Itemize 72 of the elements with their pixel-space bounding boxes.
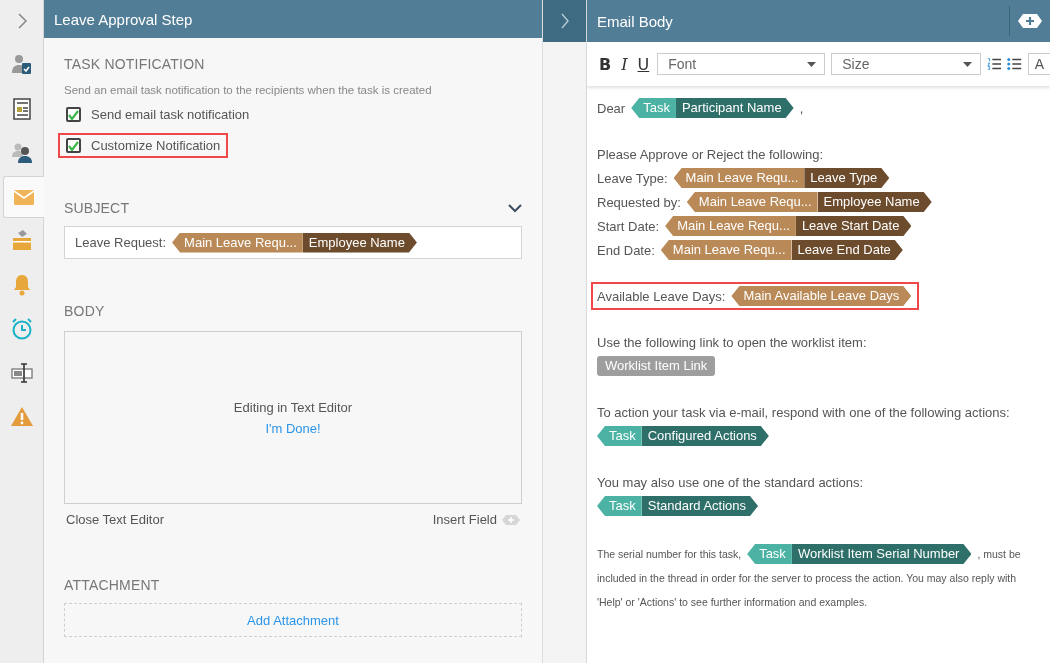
body-text: Use the following link to open the worklist item: xyxy=(597,334,867,350)
body-text: , xyxy=(799,100,804,116)
field-name-tag: Standard Actions xyxy=(641,496,759,516)
check-icon xyxy=(68,140,79,151)
caret-icon xyxy=(807,61,817,67)
section-heading: TASK NOTIFICATION xyxy=(64,56,206,72)
field-source-tag: Task xyxy=(747,544,792,564)
size-dropdown[interactable]: Size xyxy=(831,53,982,75)
field-name-tag: Worklist Item Serial Number xyxy=(791,544,972,564)
field-name-tag: Employee Name xyxy=(302,232,417,253)
editor-message: Editing in Text Editor xyxy=(233,399,353,415)
person-clipboard-icon xyxy=(9,53,34,77)
check-icon xyxy=(68,109,79,120)
insert-field-link[interactable]: Insert Field xyxy=(432,512,497,527)
checkbox-label: Customize Notification xyxy=(91,138,221,153)
worklist-link-tag: Worklist Item Link xyxy=(597,356,716,376)
underline-button[interactable]: U xyxy=(635,54,652,74)
panel-title: Leave Approval Step xyxy=(54,10,193,28)
warning-icon xyxy=(9,405,34,429)
expand-chevron-icon[interactable] xyxy=(15,12,28,30)
field-source-tag: Task xyxy=(597,426,642,446)
body-text: 'Help' or 'Actions' to see further information and examples. xyxy=(597,595,868,610)
section-heading: BODY xyxy=(64,303,106,319)
bullet-list-icon[interactable] xyxy=(1007,57,1022,71)
field-name-tag: Leave Type xyxy=(804,168,890,188)
italic-button[interactable]: I xyxy=(619,54,630,74)
checkbox[interactable] xyxy=(66,138,81,153)
field-name-tag: Leave Start Date xyxy=(795,216,912,236)
checkbox[interactable] xyxy=(66,107,81,122)
body-text: Requested by: xyxy=(597,194,681,210)
field-name-tag: Leave End Date xyxy=(791,240,903,260)
subject-field[interactable]: Leave Request: Main Leave Requ... Employee Name xyxy=(64,226,522,259)
field-name-tag: Configured Actions xyxy=(641,426,769,446)
body-text: Start Date: xyxy=(597,218,660,234)
bold-button[interactable]: B xyxy=(597,54,614,74)
field-source-tag: Main Leave Requ... xyxy=(673,168,805,188)
people-icon xyxy=(9,141,34,165)
field-source-tag: Main Leave Requ... xyxy=(660,240,792,260)
tag-plus-icon[interactable] xyxy=(1018,14,1042,28)
field-source-tag: Main Leave Requ... xyxy=(665,216,796,236)
section-description: Send an email task notification to the recipients when the task is created xyxy=(64,84,433,96)
field-name-tag: Employee Name xyxy=(817,192,932,212)
body-editor[interactable]: Editing in Text Editor I'm Done! xyxy=(64,331,522,504)
text-style-button[interactable]: A xyxy=(1027,53,1050,75)
body-text: The serial number for this task, xyxy=(597,547,742,562)
chevron-right-icon[interactable] xyxy=(559,13,570,29)
checkbox-label: Send email task notification xyxy=(91,107,250,122)
chevron-down-icon[interactable] xyxy=(508,203,522,213)
font-dropdown[interactable]: Font xyxy=(657,53,826,75)
body-text: Dear xyxy=(597,100,626,116)
section-heading: SUBJECT xyxy=(64,200,130,216)
field-name-tag: Participant Name xyxy=(675,98,794,118)
field-source-tag: Main Leave Requ... xyxy=(686,192,818,212)
numbered-list-icon[interactable] xyxy=(987,57,1002,71)
caret-icon xyxy=(963,61,973,67)
body-text: Please Approve or Reject the following: xyxy=(597,146,824,162)
body-text: You may also use one of the standard actions: xyxy=(597,474,864,490)
body-text: Available Leave Days: xyxy=(597,288,726,304)
body-text: End Date: xyxy=(597,242,655,258)
field-tag: Main Available Leave Days xyxy=(731,286,912,306)
text-field-icon xyxy=(9,361,34,385)
field-source-tag: Task xyxy=(597,496,642,516)
body-text: , must be xyxy=(977,547,1021,562)
section-heading: ATTACHMENT xyxy=(64,577,161,593)
body-text: Leave Type: xyxy=(597,170,668,186)
body-text: To action your task via e-mail, respond with one of the following actions: xyxy=(597,404,1010,420)
field-source-tag: Task xyxy=(631,98,676,118)
panel-title: Email Body xyxy=(596,12,674,30)
body-text: Leave Request: xyxy=(75,235,167,250)
field-source-tag: Main Leave Requ... xyxy=(172,232,303,253)
close-editor-link[interactable]: Close Text Editor xyxy=(66,512,165,527)
body-text: included in the thread in order for the server to process the action. You may also reply with xyxy=(597,571,1017,586)
